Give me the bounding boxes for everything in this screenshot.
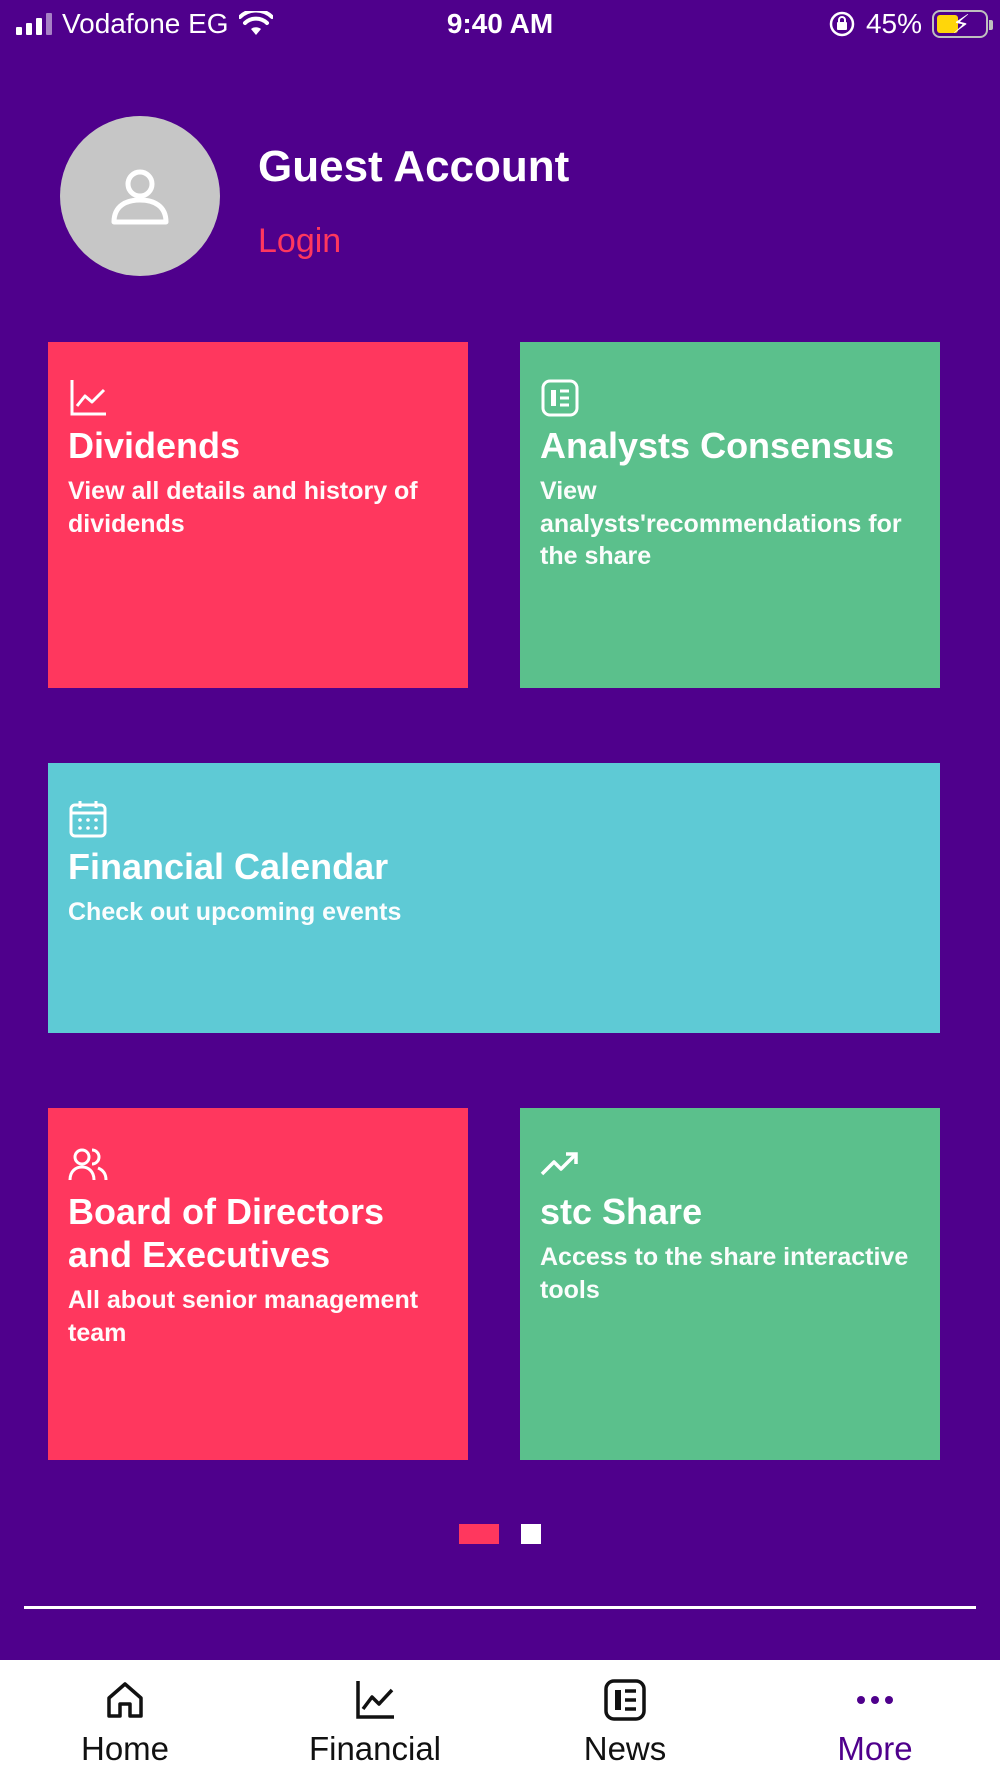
login-link[interactable]: Login (258, 222, 341, 261)
status-right: 45% ⚡ (828, 8, 993, 40)
stc-share-card[interactable]: stc Share Access to the share interactiv… (520, 1108, 940, 1460)
rotation-lock-icon (829, 11, 855, 37)
home-icon (107, 1682, 143, 1718)
page-dot[interactable] (521, 1524, 541, 1544)
status-bar: Vodafone EG 9:40 AM 45% ⚡ (0, 0, 1000, 50)
users-icon (68, 1148, 108, 1181)
card-title: Financial Calendar (68, 846, 389, 887)
chart-line-icon (70, 380, 106, 416)
user-icon (111, 169, 169, 225)
calendar-icon (69, 801, 107, 838)
nav-item-more[interactable]: More (750, 1660, 1000, 1778)
battery-icon: ⚡ (932, 9, 993, 39)
account-name: Guest Account (258, 142, 570, 191)
card-description: All about senior management team (68, 1286, 419, 1347)
board-of-directors-card[interactable]: Board of Directors and Executives All ab… (48, 1108, 468, 1460)
nav-item-financial[interactable]: Financial (250, 1660, 500, 1778)
card-title: Analysts Consensus (540, 425, 895, 466)
news-icon (541, 379, 579, 417)
nav-label: Financial (308, 1730, 442, 1767)
card-description: Check out upcoming events (68, 898, 402, 927)
avatar (60, 116, 220, 276)
news-icon (604, 1679, 646, 1721)
nav-item-home[interactable]: Home (0, 1660, 250, 1778)
chart-line-icon (356, 1681, 394, 1719)
card-description: View analysts'recommendations for the sh… (540, 477, 902, 571)
card-description: Access to the share interactive tools (540, 1243, 909, 1304)
page-dot-active[interactable] (459, 1524, 499, 1544)
nav-label: More (837, 1730, 913, 1767)
bottom-nav: Home Financial News More (0, 1660, 1000, 1778)
battery-percent: 45% (865, 8, 922, 39)
page-indicator (0, 1524, 1000, 1544)
financial-calendar-card[interactable]: Financial Calendar Check out upcoming ev… (48, 763, 940, 1033)
nav-label: News (583, 1730, 667, 1767)
trending-up-icon (540, 1152, 578, 1176)
card-title: Dividends (68, 425, 241, 466)
card-title: stc Share (540, 1191, 703, 1232)
nav-label: Home (80, 1730, 170, 1767)
analysts-consensus-card[interactable]: Analysts Consensus View analysts'recomme… (520, 342, 940, 688)
card-description: View all details and history of dividend… (68, 477, 418, 538)
more-icon (857, 1696, 893, 1704)
dividends-card[interactable]: Dividends View all details and history o… (48, 342, 468, 688)
nav-item-news[interactable]: News (500, 1660, 750, 1778)
divider (24, 1606, 976, 1609)
card-title: Board of Directors and Executives (68, 1191, 385, 1276)
